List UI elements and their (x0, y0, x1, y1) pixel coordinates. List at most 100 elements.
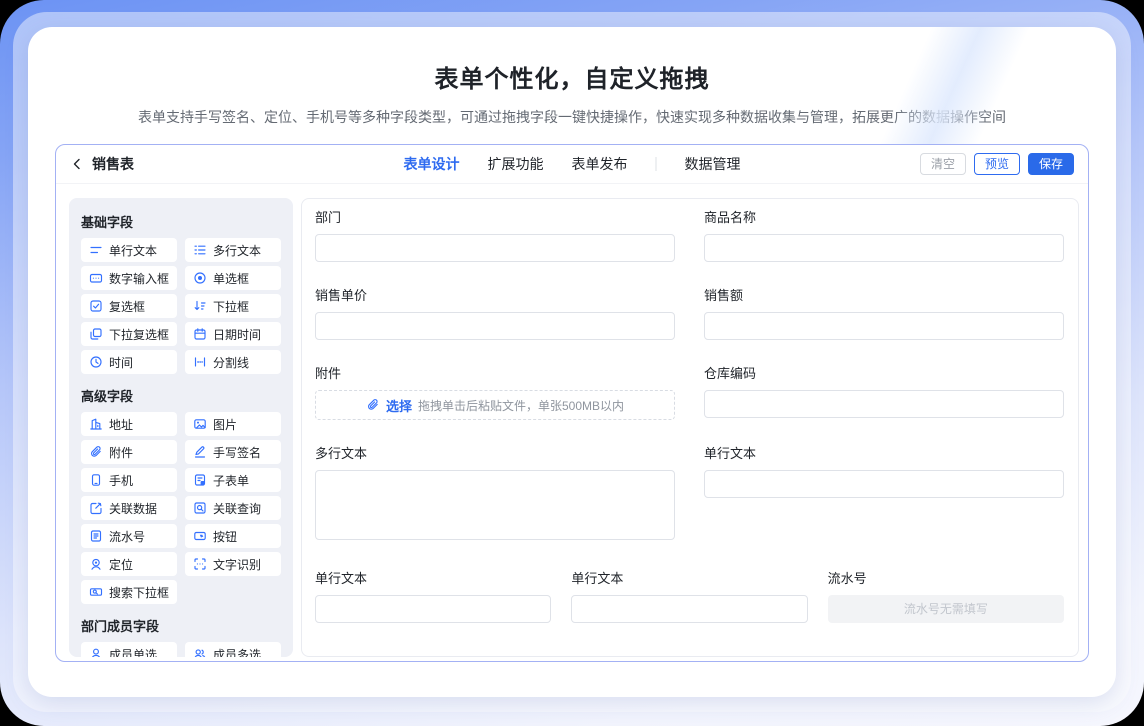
field-chip-location[interactable]: 定位 (81, 552, 177, 576)
form-row: 附件选择拖拽单击后粘贴文件，单张500MB以内 仓库编码 (315, 363, 1064, 420)
subform-icon (193, 473, 207, 487)
field-label: 销售单价 (315, 285, 675, 304)
field-input-unit-price[interactable] (315, 312, 675, 340)
field-chip-divider-field[interactable]: 分割线 (185, 350, 281, 374)
sidebar-section-title: 基础字段 (81, 212, 281, 231)
field-chip-checkbox[interactable]: 复选框 (81, 294, 177, 318)
attachment-choose-link[interactable]: 选择 (386, 396, 412, 415)
field-chip-datetime[interactable]: 日期时间 (185, 322, 281, 346)
field-input-product-name[interactable] (704, 234, 1064, 262)
field-chip-related-query[interactable]: 关联查询 (185, 496, 281, 520)
field-chip-label: 手机 (109, 472, 133, 489)
field-chip-member-single[interactable]: 成员单选 (81, 642, 177, 657)
checkbox-icon (89, 299, 103, 313)
form-field-single-line-text-2: 单行文本 (315, 568, 551, 623)
field-chip-label: 图片 (213, 416, 237, 433)
field-chip-label: 搜索下拉框 (109, 584, 169, 601)
sidebar-section-title: 高级字段 (81, 386, 281, 405)
form-row: 多行文本 单行文本 (315, 443, 1064, 545)
form-field-serial-number: 流水号 (828, 568, 1064, 623)
field-chip-search-dropdown[interactable]: 搜索下拉框 (81, 580, 177, 604)
field-chip-label: 下拉框 (213, 298, 249, 315)
field-input-department[interactable] (315, 234, 675, 262)
field-chip-mobile[interactable]: 手机 (81, 468, 177, 492)
form-designer-window: 销售表 表单设计 扩展功能 表单发布 数据管理 清空 预览 保存 (55, 144, 1089, 662)
field-chip-label: 时间 (109, 354, 133, 371)
page-background: 表单个性化，自定义拖拽 表单支持手写签名、定位、手机号等多种字段类型，可通过拖拽… (0, 0, 1144, 726)
attachment-hint: 拖拽单击后粘贴文件，单张500MB以内 (418, 397, 624, 414)
field-chip-grid: 地址 图片附件手写签名手机 子表单关联数据 关联查询流水号 按钮定位 文字识别搜索下拉框 (81, 412, 281, 604)
member-multi-icon (193, 647, 207, 657)
field-textarea-multiline-text[interactable] (315, 470, 675, 540)
mobile-icon (89, 473, 103, 487)
attachment-upload-box[interactable]: 选择拖拽单击后粘贴文件，单张500MB以内 (315, 390, 675, 420)
field-chip-related-data[interactable]: 关联数据 (81, 496, 177, 520)
field-chip-dropdown[interactable]: 下拉框 (185, 294, 281, 318)
sidebar-section-title: 部门成员字段 (81, 616, 281, 635)
form-field-single-line-text-3: 单行文本 (571, 568, 807, 623)
form-field-single-line-text-1: 单行文本 (704, 443, 1064, 498)
field-label: 仓库编码 (704, 363, 1064, 382)
field-chip-label: 成员多选 (213, 646, 261, 658)
form-field-sales-amount: 销售额 (704, 285, 1064, 340)
field-label: 销售额 (704, 285, 1064, 304)
field-chip-label: 下拉复选框 (109, 326, 169, 343)
field-input-serial-number[interactable] (828, 595, 1064, 623)
tab-form-publish[interactable]: 表单发布 (572, 154, 628, 174)
field-chip-grid: 成员单选成员多选部门单选部门多选 (81, 642, 281, 657)
field-sidebar: 基础字段单行文本多行文本数字输入框单选框复选框 下拉框下拉复选框日期时间时间 分割线… (69, 198, 293, 657)
field-chip-grid: 单行文本多行文本数字输入框单选框复选框 下拉框下拉复选框日期时间时间 分割线 (81, 238, 281, 374)
field-chip-label: 地址 (109, 416, 133, 433)
content-card: 表单个性化，自定义拖拽 表单支持手写签名、定位、手机号等多种字段类型，可通过拖拽… (28, 27, 1116, 697)
divider-field-icon (193, 355, 207, 369)
field-chip-label: 流水号 (109, 528, 145, 545)
radio-icon (193, 271, 207, 285)
tab-form-design[interactable]: 表单设计 (404, 154, 460, 174)
back-button[interactable]: 销售表 (70, 154, 134, 174)
field-chip-dropdown-multi[interactable]: 下拉复选框 (81, 322, 177, 346)
field-label: 部门 (315, 207, 675, 226)
field-chip-serial-number[interactable]: 流水号 (81, 524, 177, 548)
designer-content: 基础字段单行文本多行文本数字输入框单选框复选框下拉框下拉复选框日期时间时间分割线… (56, 184, 1088, 661)
save-button[interactable]: 保存 (1028, 153, 1074, 175)
field-input-single-line-text-1[interactable] (704, 470, 1064, 498)
field-chip-label: 复选框 (109, 298, 145, 315)
field-chip-number-input[interactable]: 数字输入框 (81, 266, 177, 290)
field-label: 附件 (315, 363, 675, 382)
field-chip-time[interactable]: 时间 (81, 350, 177, 374)
field-label: 多行文本 (315, 443, 675, 462)
tab-extensions[interactable]: 扩展功能 (488, 154, 544, 174)
field-chip-signature[interactable]: 手写签名 (185, 440, 281, 464)
image-icon (193, 417, 207, 431)
field-input-single-line-text-3[interactable] (571, 595, 807, 623)
preview-button[interactable]: 预览 (974, 153, 1020, 175)
field-input-warehouse-code[interactable] (704, 390, 1064, 418)
field-chip-image[interactable]: 图片 (185, 412, 281, 436)
field-input-sales-amount[interactable] (704, 312, 1064, 340)
attachment-icon (366, 398, 380, 412)
time-icon (89, 355, 103, 369)
field-label: 单行文本 (704, 443, 1064, 462)
field-chip-radio[interactable]: 单选框 (185, 266, 281, 290)
designer-tabs: 表单设计 扩展功能 表单发布 数据管理 (404, 145, 741, 183)
designer-toolbar: 销售表 表单设计 扩展功能 表单发布 数据管理 清空 预览 保存 (56, 145, 1088, 184)
field-chip-attachment[interactable]: 附件 (81, 440, 177, 464)
field-chip-single-line-text[interactable]: 单行文本 (81, 238, 177, 262)
field-label: 商品名称 (704, 207, 1064, 226)
clear-button[interactable]: 清空 (920, 153, 966, 175)
field-chip-multi-line-text[interactable]: 多行文本 (185, 238, 281, 262)
field-label: 流水号 (828, 568, 1064, 587)
field-input-single-line-text-2[interactable] (315, 595, 551, 623)
field-chip-subform[interactable]: 子表单 (185, 468, 281, 492)
field-label: 单行文本 (315, 568, 551, 587)
tab-data-management[interactable]: 数据管理 (685, 154, 741, 174)
field-chip-member-multi[interactable]: 成员多选 (185, 642, 281, 657)
related-data-icon (89, 501, 103, 515)
form-field-product-name: 商品名称 (704, 207, 1064, 262)
field-chip-label: 文字识别 (213, 556, 261, 573)
field-chip-label: 关联查询 (213, 500, 261, 517)
field-chip-button-field[interactable]: 按钮 (185, 524, 281, 548)
form-canvas: 部门 商品名称销售单价 销售额附件选择拖拽单击后粘贴文件，单张500MB以内 仓库编码… (301, 198, 1079, 657)
field-chip-ocr[interactable]: 文字识别 (185, 552, 281, 576)
field-chip-address[interactable]: 地址 (81, 412, 177, 436)
